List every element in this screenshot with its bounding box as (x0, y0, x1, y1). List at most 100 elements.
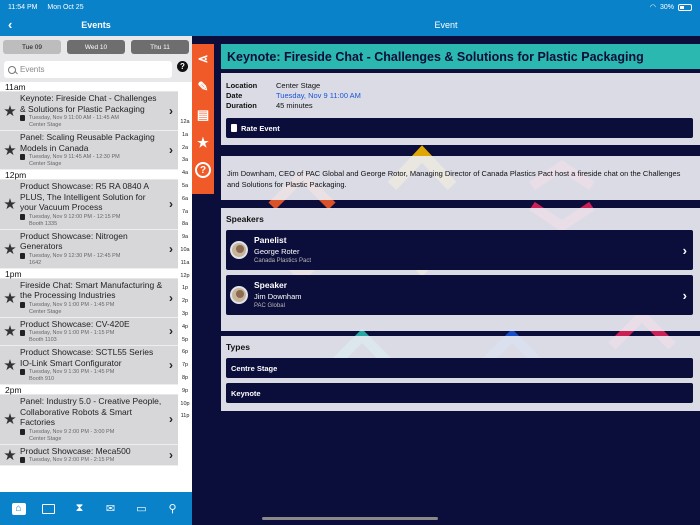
day-tab-tue[interactable]: Tue 09 (3, 40, 61, 54)
hour-index-item[interactable]: 4a (182, 167, 188, 180)
star-icon[interactable]: ★ (195, 134, 211, 152)
list-item[interactable]: ★ Product Showcase: Meca500 Tuesday, Nov 9… (0, 444, 178, 466)
star-icon[interactable]: ★ (2, 240, 18, 258)
event-item-title: Panel: Scaling Reusable Packaging Models… (20, 132, 155, 153)
hour-index-item[interactable]: 3a (182, 154, 188, 167)
star-icon[interactable]: ★ (2, 322, 18, 340)
day-tab-thu[interactable]: Thu 11 (131, 40, 189, 54)
date-value[interactable]: Tuesday, Nov 9 11:00 AM (276, 91, 361, 101)
wifi-icon: ◠ (649, 4, 656, 11)
list-item[interactable]: ★ Panel: Scaling Reusable Packaging Model… (0, 131, 178, 170)
rate-event-button[interactable]: Rate Event (226, 118, 693, 138)
location-row: Location Center Stage (226, 81, 695, 91)
status-bar: 11:54 PM Mon Oct 25 ◠ 30% (0, 0, 700, 14)
hour-index-item[interactable]: 6p (182, 346, 188, 359)
clipboard-icon (231, 124, 237, 132)
hour-index-item[interactable]: 12p (180, 270, 189, 283)
hour-header: 11am (0, 82, 178, 92)
share-icon[interactable]: ⋖ (195, 50, 211, 68)
speakers-section: Speakers Panelist George Roter Canada Pl… (221, 208, 700, 331)
hour-index-item[interactable]: 1p (182, 282, 188, 295)
chevron-right-icon: › (169, 290, 173, 305)
star-icon[interactable]: ★ (2, 102, 18, 120)
hour-index-item[interactable]: 10p (180, 398, 189, 411)
hour-index-item[interactable]: 11a (181, 257, 190, 270)
clipboard-icon (20, 115, 25, 121)
location-value: Center Stage (276, 81, 321, 90)
star-icon[interactable]: ★ (2, 356, 18, 374)
pencil-icon[interactable]: ✎ (195, 78, 211, 96)
event-item-time-row: Tuesday, Nov 9 11:45 AM - 12:30 PM (20, 153, 164, 161)
hour-header: 12pm (0, 170, 178, 180)
schedule-icon[interactable]: ⧗ (72, 502, 88, 515)
avatar (230, 286, 248, 304)
mail-icon[interactable]: ✉ (103, 503, 119, 515)
hour-index[interactable]: 12a 1a 2a 3a 4a 5a 6a 7a 8a 9a 10a 11a 12p 1p 2p 3p 4p 5p… (178, 116, 192, 492)
help-circle-icon[interactable]: ? (195, 162, 211, 178)
speaker-role: Panelist (254, 234, 287, 245)
back-chevron-icon[interactable]: ‹ (8, 17, 12, 32)
hour-index-item[interactable]: 6a (182, 193, 188, 206)
clipboard-icon (20, 428, 25, 435)
help-icon[interactable]: ? (177, 61, 188, 72)
speaker-name: George Roter (254, 246, 300, 256)
home-indicator[interactable] (262, 517, 438, 520)
day-selector: Tue 09 Wed 10 Thu 11 (0, 36, 192, 58)
list-item[interactable]: ★ Fireside Chat: Smart Manufacturing & th… (0, 278, 178, 318)
day-tab-wed[interactable]: Wed 10 (67, 40, 125, 54)
event-item-title: Fireside Chat: Smart Manufacturing & the… (20, 279, 163, 301)
duration-value: 45 minutes (276, 101, 313, 110)
search-icon[interactable]: ⚲ (165, 503, 181, 515)
events-title: Events (81, 20, 111, 30)
badge-icon[interactable]: ▭ (134, 503, 150, 515)
hour-index-item[interactable]: 5p (182, 334, 188, 347)
home-icon[interactable]: ⌂ (11, 502, 26, 515)
date-label: Date (226, 91, 243, 100)
hour-index-item[interactable]: 2a (182, 142, 188, 155)
map-icon[interactable] (41, 503, 57, 515)
list-item[interactable]: ★ Product Showcase: Nitrogen Generators Tu… (0, 229, 178, 269)
search-icon (8, 65, 16, 74)
list-item[interactable]: ★ Product Showcase: CV-420E Tuesday, Nov 9… (0, 317, 178, 346)
hour-index-item[interactable]: 9a (182, 231, 188, 244)
event-item-location: Center Stage (29, 435, 62, 442)
clipboard-icon[interactable]: ▤ (195, 106, 211, 124)
event-item-location: Booth 1103 (29, 337, 57, 343)
hour-index-item[interactable]: 9p (182, 385, 188, 398)
hour-index-item[interactable]: 5a (182, 180, 188, 193)
speaker-row[interactable]: Speaker Jim Downham PAC Global › (226, 275, 693, 315)
event-item-time-row: Tuesday, Nov 9 1:00 PM - 1:45 PM (20, 301, 164, 309)
hour-index-item[interactable]: 8p (182, 372, 188, 385)
star-icon[interactable]: ★ (2, 195, 18, 213)
event-item-time: Tuesday, Nov 9 1:00 PM - 1:15 PM (29, 330, 115, 336)
hour-index-item[interactable]: 3p (182, 308, 188, 321)
hour-index-item[interactable]: 4p (182, 321, 188, 334)
hour-index-item[interactable]: 7a (182, 206, 188, 219)
location-label: Location (226, 81, 258, 90)
type-item[interactable]: Centre Stage (226, 358, 693, 378)
hour-index-item[interactable]: 8a (182, 218, 188, 231)
star-icon[interactable]: ★ (2, 289, 18, 307)
list-item[interactable]: ★ Panel: Industry 5.0 - Creative People, … (0, 395, 178, 445)
star-icon[interactable]: ★ (2, 446, 18, 464)
hour-index-item[interactable]: 12a (180, 116, 189, 129)
star-icon[interactable]: ★ (2, 410, 18, 428)
speaker-row[interactable]: Panelist George Roter Canada Plastics Pa… (226, 230, 693, 270)
hour-index-item[interactable]: 7p (182, 359, 188, 372)
event-item-location: Center Stage (29, 161, 62, 167)
star-icon[interactable]: ★ (2, 141, 18, 159)
event-list[interactable]: 11am ★ Keynote: Fireside Chat - Challenges… (0, 82, 178, 492)
hour-index-item[interactable]: 2p (182, 295, 188, 308)
clipboard-icon (20, 330, 25, 336)
list-item[interactable]: ★ Keynote: Fireside Chat - Challenges & S… (0, 92, 178, 131)
hour-index-item[interactable]: 1a (182, 129, 188, 142)
hour-index-item[interactable]: 10a (180, 244, 189, 257)
hour-header: 1pm (0, 268, 178, 279)
list-item[interactable]: ★ Product Showcase: SCTL55 Series IO-Link… (0, 346, 178, 385)
list-item[interactable]: ★ Product Showcase: R5 RA 0840 A PLUS, Th… (0, 180, 178, 230)
hour-index-item[interactable]: 11p (181, 410, 190, 423)
clipboard-icon (20, 154, 25, 160)
search-input[interactable]: Events (4, 61, 172, 78)
chevron-right-icon: › (169, 358, 173, 372)
type-item[interactable]: Keynote (226, 383, 693, 403)
